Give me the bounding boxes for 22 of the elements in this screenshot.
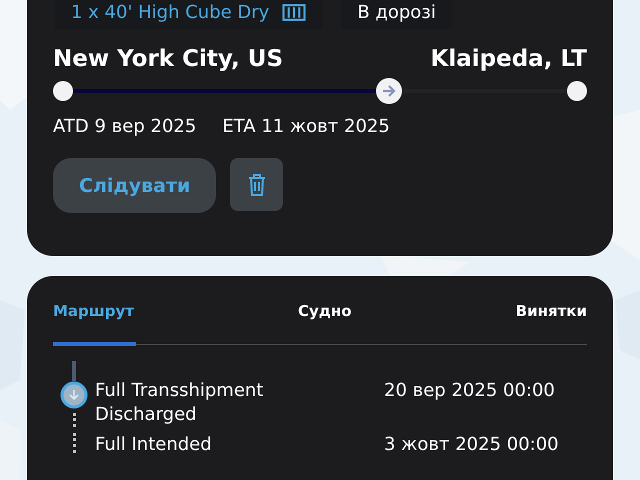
destination-dot <box>567 81 587 101</box>
tab[interactable]: Винятки <box>516 298 587 324</box>
container-icon <box>281 2 308 23</box>
tab[interactable]: Маршрут <box>53 298 134 324</box>
dotted-line <box>72 413 76 427</box>
status-badge: В дорозі <box>341 0 452 29</box>
download-icon <box>60 381 88 409</box>
origin-port: New York City, US <box>53 46 284 72</box>
event-date: 20 вер 2025 00:00 <box>384 379 555 403</box>
dotted-line <box>72 433 76 453</box>
tab[interactable]: Судно <box>298 298 352 324</box>
container-chip: 1 x 40' High Cube Dry <box>55 0 324 29</box>
departure-date: ATD 9 вер 2025 <box>53 116 196 137</box>
origin-dot <box>53 81 73 101</box>
delete-button[interactable] <box>230 158 284 211</box>
event-date: 3 жовт 2025 00:00 <box>384 433 559 457</box>
event-title: Full Transshipment Discharged <box>95 379 264 427</box>
trash-icon <box>246 172 267 196</box>
follow-button[interactable]: Слідувати <box>53 158 216 213</box>
destination-port: Klaipeda, LT <box>430 46 587 72</box>
event-title: Full Intended <box>95 433 213 457</box>
arrival-date: ETA 11 жовт 2025 <box>222 116 390 137</box>
